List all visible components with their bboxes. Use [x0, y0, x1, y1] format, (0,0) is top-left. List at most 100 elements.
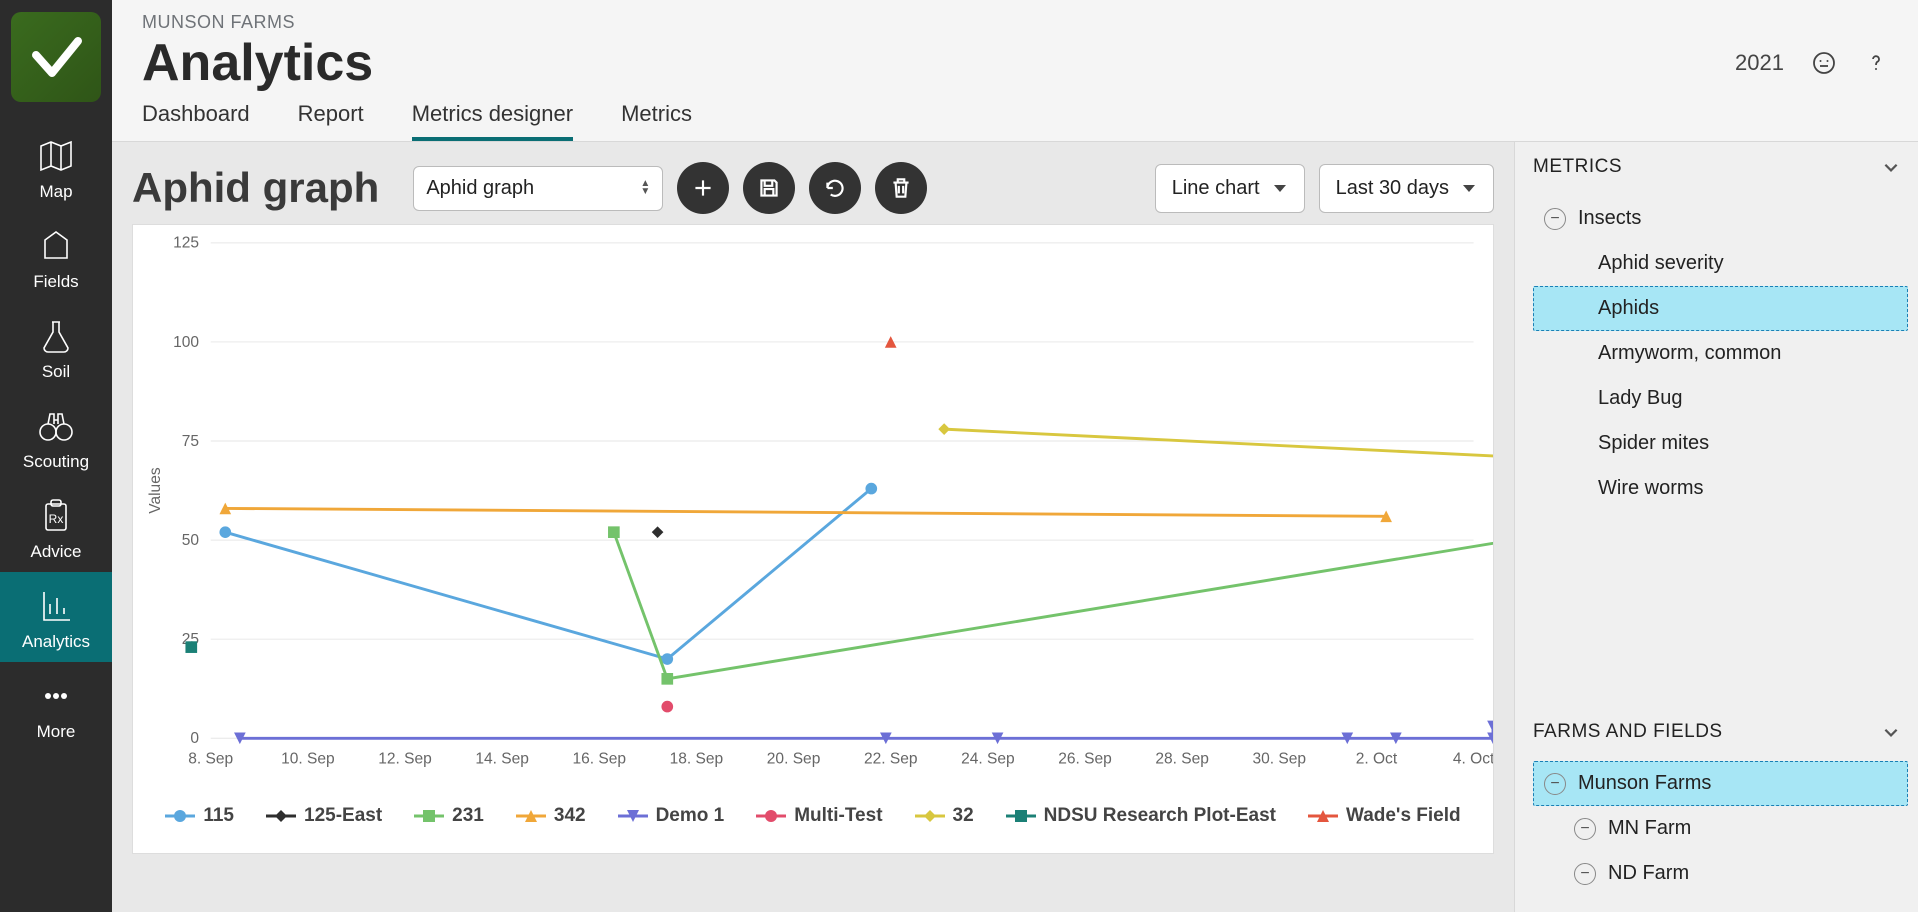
svg-text:28. Sep: 28. Sep [1155, 751, 1209, 768]
svg-text:100: 100 [173, 334, 199, 351]
collapse-icon[interactable]: − [1574, 863, 1596, 885]
legend-item[interactable]: 125-East [266, 805, 382, 827]
tree-item-munson-farms[interactable]: − Munson Farms [1533, 761, 1908, 806]
collapse-icon[interactable]: − [1544, 773, 1566, 795]
trash-icon [888, 175, 914, 201]
svg-text:14. Sep: 14. Sep [475, 751, 529, 768]
sidebar-item-more[interactable]: More [0, 662, 112, 752]
legend-item[interactable]: 231 [414, 805, 484, 827]
svg-text:4. Oct: 4. Oct [1453, 751, 1493, 768]
app-logo[interactable] [11, 12, 101, 102]
binoculars-icon [36, 406, 76, 446]
app-sidebar: Map Fields Soil Scouting Rx Advice Analy… [0, 0, 112, 912]
legend-item[interactable]: 342 [516, 805, 586, 827]
chevron-down-icon [1882, 723, 1900, 741]
legend-item[interactable]: 115 [165, 805, 234, 827]
svg-text:16. Sep: 16. Sep [573, 751, 627, 768]
save-button[interactable] [743, 162, 795, 214]
page-title: Analytics [142, 33, 1888, 93]
caret-down-icon [1272, 180, 1288, 196]
svg-text:2. Oct: 2. Oct [1356, 751, 1398, 768]
graph-title: Aphid graph [132, 164, 379, 212]
flask-icon [36, 316, 76, 356]
legend-item[interactable]: 32 [915, 805, 974, 827]
undo-button[interactable] [809, 162, 861, 214]
undo-icon [822, 175, 848, 201]
chart-legend: 115 125-East 231 342 Demo 1 Multi-Test 32 NDSU … [133, 795, 1493, 847]
workarea: Aphid graph Aphid graph ▲▼ [112, 142, 1514, 912]
content-row: Aphid graph Aphid graph ▲▼ [112, 142, 1918, 912]
legend-item[interactable]: Wade's Field [1308, 805, 1461, 827]
caret-down-icon [1461, 180, 1477, 196]
more-icon [36, 676, 76, 716]
tabs: Dashboard Report Metrics designer Metric… [142, 101, 1888, 141]
legend-item[interactable]: Demo 1 [618, 805, 725, 827]
help-icon[interactable] [1864, 51, 1888, 75]
sidebar-item-scouting[interactable]: Scouting [0, 392, 112, 482]
collapse-icon[interactable]: − [1544, 208, 1566, 230]
metrics-section-header[interactable]: METRICS [1515, 142, 1918, 192]
tree-item-armyworm[interactable]: Armyworm, common [1533, 331, 1908, 376]
tree-item-aphid-severity[interactable]: Aphid severity [1533, 241, 1908, 286]
tree-item-wireworms[interactable]: Wire worms [1533, 466, 1908, 511]
chart-icon [36, 586, 76, 626]
tree-item-ladybug[interactable]: Lady Bug [1533, 376, 1908, 421]
tab-metrics[interactable]: Metrics [621, 101, 692, 141]
field-icon [36, 226, 76, 266]
sidebar-item-map[interactable]: Map [0, 122, 112, 212]
sidebar-item-fields[interactable]: Fields [0, 212, 112, 302]
year-label[interactable]: 2021 [1735, 50, 1784, 76]
main-area: MUNSON FARMS Analytics 2021 Dashboard Re… [112, 0, 1918, 912]
sidebar-item-soil[interactable]: Soil [0, 302, 112, 392]
svg-text:22. Sep: 22. Sep [864, 751, 918, 768]
toolbar: Aphid graph Aphid graph ▲▼ [132, 162, 1494, 214]
tree-item-spidermites[interactable]: Spider mites [1533, 421, 1908, 466]
svg-text:20. Sep: 20. Sep [767, 751, 821, 768]
delete-button[interactable] [875, 162, 927, 214]
svg-text:0: 0 [190, 730, 199, 747]
header: MUNSON FARMS Analytics 2021 Dashboard Re… [112, 0, 1918, 142]
farms-tree[interactable]: − Munson Farms − MN Farm − ND Farm [1515, 757, 1918, 912]
tree-item-nd-farm[interactable]: − ND Farm [1533, 851, 1908, 896]
tab-dashboard[interactable]: Dashboard [142, 101, 250, 141]
tree-item-mn-farm[interactable]: − MN Farm [1533, 806, 1908, 851]
svg-text:26. Sep: 26. Sep [1058, 751, 1112, 768]
svg-text:18. Sep: 18. Sep [670, 751, 724, 768]
svg-text:10. Sep: 10. Sep [281, 751, 335, 768]
svg-text:12. Sep: 12. Sep [378, 751, 432, 768]
tab-metrics-designer[interactable]: Metrics designer [412, 101, 573, 141]
line-chart[interactable]: 02550751001258. Sep10. Sep12. Sep14. Sep… [133, 225, 1493, 795]
clipboard-icon: Rx [36, 496, 76, 536]
svg-text:75: 75 [182, 433, 199, 450]
tab-report[interactable]: Report [298, 101, 364, 141]
svg-text:Rx: Rx [49, 512, 64, 526]
header-actions: 2021 [1735, 50, 1888, 76]
feedback-icon[interactable] [1812, 51, 1836, 75]
time-range-select[interactable]: Last 30 days [1319, 164, 1494, 213]
svg-text:125: 125 [173, 235, 199, 252]
right-panel: METRICS − Insects Aphid severity Aphids … [1514, 142, 1918, 912]
map-icon [36, 136, 76, 176]
legend-item[interactable]: Multi-Test [756, 805, 882, 827]
add-button[interactable] [677, 162, 729, 214]
tree-group-insects[interactable]: − Insects [1533, 196, 1908, 241]
chevron-down-icon [1882, 158, 1900, 176]
save-icon [756, 175, 782, 201]
chart-card: 02550751001258. Sep10. Sep12. Sep14. Sep… [132, 224, 1494, 854]
svg-text:50: 50 [182, 532, 200, 549]
legend-item[interactable]: NDSU Research Plot-East [1006, 805, 1276, 827]
farms-section-header[interactable]: FARMS AND FIELDS [1515, 707, 1918, 757]
chart-type-select[interactable]: Line chart [1155, 164, 1305, 213]
plus-icon [690, 175, 716, 201]
collapse-icon[interactable]: − [1574, 818, 1596, 840]
tree-item-aphids[interactable]: Aphids [1533, 286, 1908, 331]
svg-text:Values: Values [147, 467, 164, 514]
svg-text:8. Sep: 8. Sep [188, 751, 233, 768]
graph-select[interactable]: Aphid graph ▲▼ [413, 166, 663, 211]
sidebar-item-analytics[interactable]: Analytics [0, 572, 112, 662]
spinner-icon: ▲▼ [640, 180, 650, 196]
metrics-tree[interactable]: − Insects Aphid severity Aphids Armyworm… [1515, 192, 1918, 707]
sidebar-item-advice[interactable]: Rx Advice [0, 482, 112, 572]
svg-text:30. Sep: 30. Sep [1253, 751, 1307, 768]
svg-text:24. Sep: 24. Sep [961, 751, 1015, 768]
